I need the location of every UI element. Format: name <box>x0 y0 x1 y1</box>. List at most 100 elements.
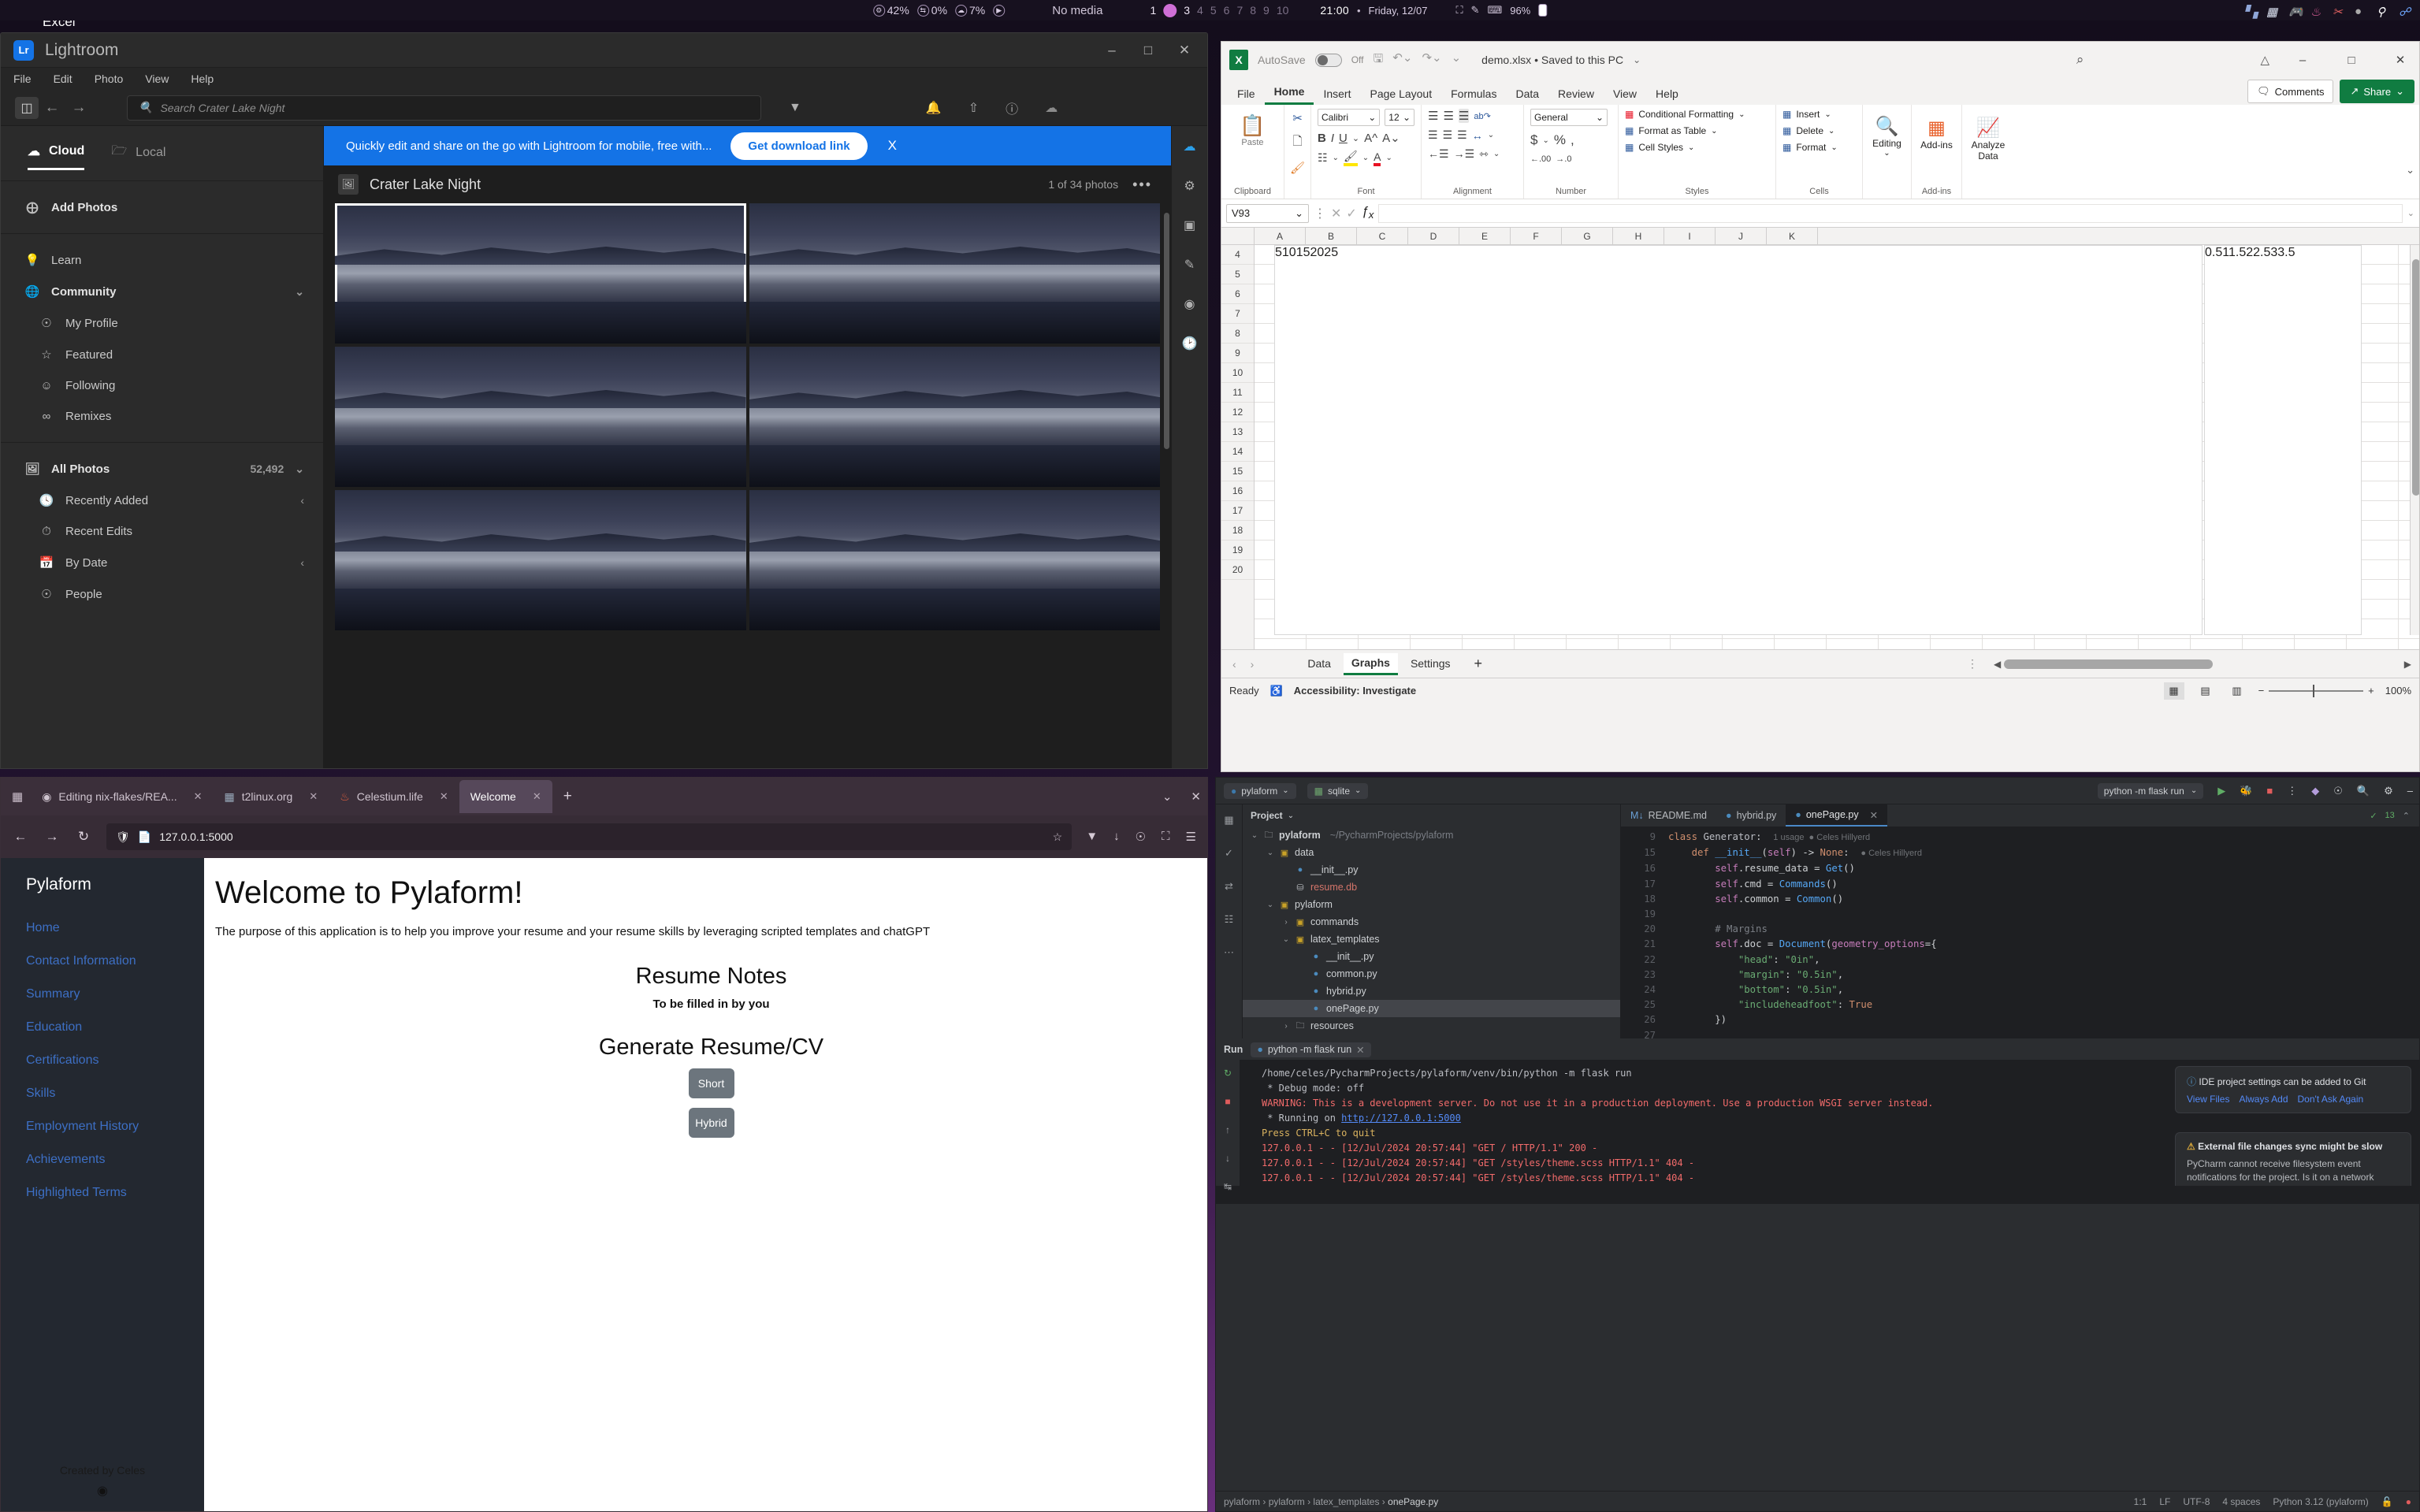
sidebar-item-learn[interactable]: 💡 Learn <box>1 244 323 276</box>
sheet-tab-data[interactable]: Data <box>1299 654 1339 674</box>
sheet-tab-settings[interactable]: Settings <box>1403 654 1459 674</box>
photo-thumbnail[interactable] <box>749 347 1160 487</box>
tree-node-hybrid-py[interactable]: ● hybrid.py <box>1243 983 1620 1000</box>
col-I[interactable]: I <box>1664 228 1716 244</box>
close-tab-icon[interactable]: ✕ <box>194 790 203 803</box>
paste-label[interactable]: Paste <box>1241 138 1263 147</box>
comments-button[interactable]: 🗨 Comments <box>2247 80 2334 103</box>
workspace-2-active[interactable] <box>1163 3 1177 17</box>
cancel-icon[interactable]: ✕ <box>1331 206 1341 221</box>
align-center-icon[interactable]: ☰ <box>1443 128 1453 142</box>
tree-node-resources[interactable]: › 🗀 resources <box>1243 1017 1620 1035</box>
add-photos-button[interactable]: ⨁ Add Photos <box>1 191 323 223</box>
reload-icon[interactable]: ↻ <box>75 829 92 845</box>
increase-indent-icon[interactable]: →☰ <box>1454 147 1475 161</box>
system-tray[interactable]: ▘▖ ▦ 🎮 ♨ ✂ ● ⚲ ☍ <box>2244 5 2412 19</box>
chevron-up-icon[interactable]: ⌃ <box>2403 811 2410 821</box>
wrap-text-icon[interactable]: ↔ <box>1472 129 1483 142</box>
workspace-9[interactable]: 9 <box>1263 4 1269 17</box>
sidebar-item-my-profile[interactable]: ☉ My Profile <box>1 307 323 339</box>
bookmark-star-icon[interactable]: ☆ <box>1053 830 1063 844</box>
sidebar-item-all-photos[interactable]: 🖼 All Photos 52,492 ⌄ <box>1 453 323 485</box>
flame-icon[interactable]: ♨ <box>2310 5 2324 19</box>
shield-icon[interactable]: 🛡 <box>116 830 130 844</box>
workspace-10[interactable]: 10 <box>1277 4 1289 17</box>
close-tab-icon[interactable]: ✕ <box>533 790 541 803</box>
close-icon[interactable]: ✕ <box>2385 53 2416 67</box>
percent-icon[interactable]: % <box>1554 132 1566 148</box>
workspace-switcher[interactable]: 1 3 4 5 6 7 8 9 10 <box>1150 3 1289 17</box>
photo-thumbnail[interactable] <box>335 203 746 344</box>
page-layout-icon[interactable]: ▤ <box>2195 682 2216 700</box>
decrease-decimal-icon[interactable]: →.0 <box>1556 154 1571 164</box>
formula-bar-menu-icon[interactable]: ⋮ <box>1314 206 1326 221</box>
database-chip[interactable]: ▦ sqlite ⌄ <box>1307 782 1369 799</box>
lightroom-window-controls[interactable]: – □ ✕ <box>1094 34 1203 67</box>
select-all-corner[interactable] <box>1221 228 1255 244</box>
downloads-icon[interactable]: ↓ <box>1113 830 1120 844</box>
maximize-icon[interactable]: □ <box>1130 34 1166 67</box>
close-tab-icon[interactable]: ✕ <box>309 790 318 803</box>
col-J[interactable]: J <box>1716 228 1767 244</box>
horizontal-scrollbar[interactable]: ◀ ▶ <box>1994 658 2411 670</box>
breadcrumb-item[interactable]: pylaform <box>1269 1496 1305 1507</box>
calculator-icon[interactable]: ▦ <box>2266 5 2280 19</box>
search-icon[interactable]: ⌕ <box>2076 52 2084 68</box>
debug-icon[interactable]: 🐝 <box>2240 785 2252 797</box>
tab-cloud[interactable]: ☁ Cloud <box>28 142 85 170</box>
commit-tool-icon[interactable]: ✓ <box>1225 847 1233 860</box>
grow-font-icon[interactable]: A^ <box>1364 132 1377 145</box>
tree-node-pylaform[interactable]: ⌄ 🗀 pylaform ~/PycharmProjects/pylaform <box>1243 827 1620 844</box>
next-sheet-icon[interactable]: › <box>1246 658 1259 671</box>
format-button[interactable]: Format <box>1796 142 1826 153</box>
row-12[interactable]: 12 <box>1221 403 1254 422</box>
close-tab-icon[interactable]: ✕ <box>440 790 448 803</box>
fill-color-icon[interactable]: 🖌 <box>1343 150 1358 166</box>
editor-tab-hybrid[interactable]: ● hybrid.py <box>1716 804 1786 827</box>
browser-tab-github[interactable]: ◉ Editing nix-flakes/REA... ✕ <box>31 780 213 813</box>
fx-icon[interactable]: ƒx <box>1362 205 1374 221</box>
zoom-slider[interactable]: − + <box>2258 684 2374 697</box>
decrease-indent-icon[interactable]: ←☰ <box>1428 147 1449 161</box>
stop-icon[interactable]: ■ <box>2266 785 2273 797</box>
lightroom-menubar[interactable]: File Edit Photo View Help <box>1 68 1207 90</box>
help-icon[interactable]: ⓘ <box>1006 98 1018 117</box>
comma-icon[interactable]: , <box>1571 132 1574 148</box>
tab-home[interactable]: Home <box>1264 82 1314 105</box>
chevron-down-icon[interactable]: ⌄ <box>295 463 304 476</box>
media-play-icon[interactable]: ▶ <box>993 4 1006 17</box>
photo-thumbnail[interactable] <box>749 203 1160 344</box>
workspace-3[interactable]: 3 <box>1184 4 1190 17</box>
customize-qat-icon[interactable]: ⌄ <box>1452 50 1462 70</box>
signal-icon[interactable]: ▘▖ <box>2244 5 2262 19</box>
row-15[interactable]: 15 <box>1221 462 1254 481</box>
close-icon[interactable]: ✕ <box>1356 1044 1364 1056</box>
run-configuration-chip[interactable]: python -m flask run ⌄ <box>2097 782 2204 799</box>
save-icon[interactable]: 🖫 <box>1374 50 1384 70</box>
panel-toggle-icon[interactable]: ◫ <box>15 96 39 119</box>
workspace-7[interactable]: 7 <box>1236 4 1243 17</box>
tree-node-pylaform[interactable]: ⌄ ▣ pylaform <box>1243 896 1620 913</box>
masking-icon[interactable]: ◉ <box>1184 296 1195 312</box>
sidebar-item-community[interactable]: 🌐 Community ⌄ <box>1 276 323 307</box>
chevron-down-icon[interactable]: ⌄ <box>1251 831 1258 840</box>
notification-actions[interactable]: View Files Always Add Don't Ask Again <box>2187 1094 2400 1105</box>
bluetooth-icon[interactable]: ☍ <box>2399 5 2412 19</box>
sidebar-item-people[interactable]: ☉ People <box>1 578 323 610</box>
align-top-icon[interactable]: ☰ <box>1428 109 1438 123</box>
formula-input[interactable] <box>1378 203 2403 223</box>
document-title[interactable]: demo.xlsx • Saved to this PC <box>1481 54 1623 66</box>
tab-formulas[interactable]: Formulas <box>1441 84 1506 105</box>
crop-icon[interactable]: ▣ <box>1184 217 1195 233</box>
minimize-icon[interactable]: – <box>2287 54 2318 67</box>
row-10[interactable]: 10 <box>1221 363 1254 383</box>
row-8[interactable]: 8 <box>1221 324 1254 344</box>
run-icon[interactable]: ▶ <box>2217 785 2225 797</box>
chevron-left-icon[interactable]: ‹ <box>300 556 304 569</box>
file-encoding[interactable]: UTF-8 <box>2183 1496 2210 1507</box>
minimize-icon[interactable]: – <box>1094 34 1130 67</box>
row-11[interactable]: 11 <box>1221 383 1254 403</box>
copy-icon[interactable]: 🗋 <box>1291 133 1304 153</box>
workspace-6[interactable]: 6 <box>1224 4 1230 17</box>
lock-icon[interactable]: 🔓 <box>2381 1496 2393 1507</box>
